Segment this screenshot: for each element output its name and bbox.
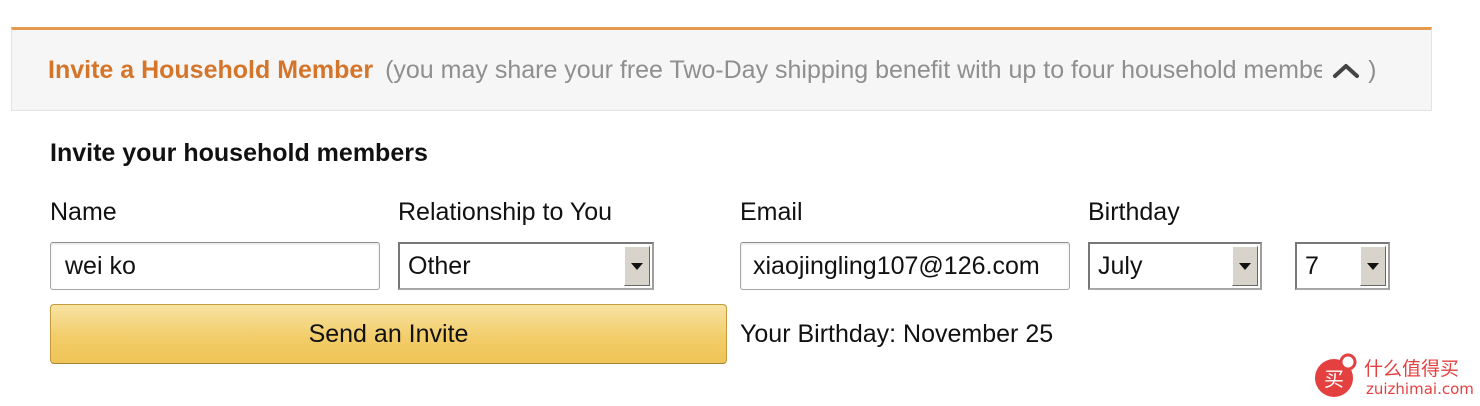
email-label: Email — [740, 198, 803, 226]
birthday-day-select[interactable]: 7 — [1295, 242, 1390, 290]
send-invite-button[interactable]: Send an Invite — [50, 304, 727, 364]
email-input[interactable] — [740, 242, 1070, 290]
panel-title: Invite a Household Member — [48, 55, 374, 84]
birthday-label: Birthday — [1088, 198, 1180, 226]
birthday-day-value: 7 — [1305, 251, 1319, 280]
relationship-select-value: Other — [408, 251, 471, 280]
watermark: 买 什么值得买 zuizhimai.com — [1312, 352, 1476, 402]
birthday-note: Your Birthday: November 25 — [740, 320, 1054, 348]
watermark-text-en: zuizhimai.com — [1366, 380, 1474, 398]
invite-household-panel-header[interactable]: Invite a Household Member (you may share… — [11, 27, 1432, 111]
birthday-month-value: July — [1098, 251, 1143, 280]
relationship-label: Relationship to You — [398, 198, 613, 226]
panel-description-close: ) — [1368, 55, 1377, 84]
panel-description: (you may share your free Two-Day shippin… — [385, 55, 1323, 84]
invite-household-page: Invite a Household Member (you may share… — [0, 0, 1480, 406]
dropdown-arrow-icon[interactable] — [1360, 246, 1386, 286]
relationship-select[interactable]: Other — [398, 242, 654, 290]
dropdown-arrow-icon[interactable] — [1232, 246, 1258, 286]
section-heading: Invite your household members — [50, 139, 428, 167]
dropdown-arrow-icon[interactable] — [624, 246, 650, 286]
chevron-up-icon[interactable] — [1330, 58, 1362, 82]
name-input[interactable] — [50, 242, 380, 290]
name-label: Name — [50, 198, 117, 226]
birthday-month-select[interactable]: July — [1088, 242, 1262, 290]
watermark-text-cn: 什么值得买 — [1364, 358, 1460, 380]
svg-text:买: 买 — [1324, 367, 1344, 391]
watermark-logo-icon: 买 — [1312, 352, 1360, 400]
panel-description-wrap: (you may share your free Two-Day shippin… — [385, 56, 1376, 85]
